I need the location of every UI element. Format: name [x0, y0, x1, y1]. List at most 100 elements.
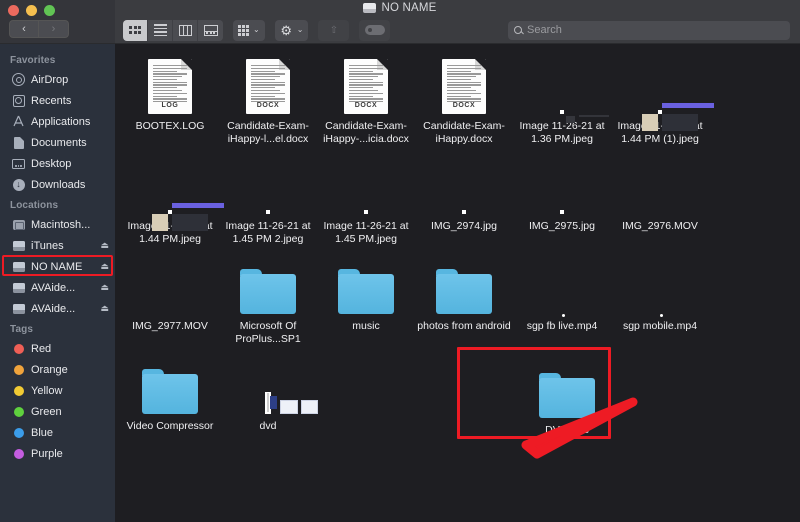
sidebar-item-desktop[interactable]: Desktop: [0, 153, 115, 174]
forward-button[interactable]: ›: [39, 20, 69, 38]
action-button[interactable]: ⚙ ⌄: [274, 19, 309, 41]
sshot-dark-icon: [560, 110, 564, 114]
sidebar-item-orange[interactable]: Orange: [0, 359, 115, 380]
close-button[interactable]: [8, 5, 19, 16]
list-view-button[interactable]: [148, 19, 173, 41]
sidebar-item-yellow[interactable]: Yellow: [0, 380, 115, 401]
sidebar-item-label: Orange: [31, 363, 68, 376]
eject-icon[interactable]: ⏏: [100, 304, 109, 313]
photo-crowd-icon: [462, 210, 466, 214]
file-label: Image 11-26-21 at 1.45 PM.jpeg: [323, 220, 409, 245]
window-title-label: NO NAME: [381, 2, 437, 14]
sidebar-item-label: NO NAME: [31, 260, 83, 273]
search-placeholder: Search: [527, 24, 562, 36]
file-item[interactable]: music: [317, 252, 415, 352]
file-item[interactable]: dvd: [219, 352, 318, 452]
file-label: Video Compressor: [126, 420, 214, 432]
file-item[interactable]: Image 11-26-21 at 1.45 PM 2.jpeg: [219, 152, 317, 252]
sidebar-item-label: Red: [31, 342, 52, 355]
downloads-icon: ↓: [12, 178, 25, 191]
sidebar-item-label: AVAide...: [31, 302, 76, 315]
sidebar-item-red[interactable]: Red: [0, 338, 115, 359]
tags-button[interactable]: [359, 19, 391, 41]
column-view-button[interactable]: [173, 19, 198, 41]
file-item[interactable]: Microsoft Of ProPlus...SP1: [219, 252, 317, 352]
sidebar-item-label: Blue: [31, 426, 54, 439]
sidebar-item-label: Yellow: [31, 384, 63, 397]
share-icon: ⇧: [329, 24, 339, 36]
documents-icon: [12, 136, 25, 149]
external-drive-icon: [12, 260, 25, 273]
file-icon: [152, 156, 224, 231]
file-item[interactable]: IMG_2974.jpg: [415, 152, 513, 252]
gallery-view-button[interactable]: [198, 19, 223, 41]
file-item[interactable]: Video Compressor: [121, 352, 219, 452]
sidebar-item-green[interactable]: Green: [0, 401, 115, 422]
sidebar-item-downloads[interactable]: ↓ Downloads: [0, 174, 115, 195]
document-icon: LOG: [148, 59, 192, 114]
file-item[interactable]: IMG_2976.MOV: [611, 152, 709, 252]
sidebar-section-header: Locations: [10, 200, 59, 211]
sidebar-item-label: AirDrop: [31, 73, 69, 86]
file-item[interactable]: IMG_2977.MOV: [121, 252, 219, 352]
folder-icon: [436, 269, 492, 314]
file-item-highlighted[interactable]: DVD files: [518, 356, 616, 464]
sidebar-item-airdrop[interactable]: AirDrop: [0, 69, 115, 90]
desktop-icon: [12, 157, 25, 170]
sidebar-item-blue[interactable]: Blue: [0, 422, 115, 443]
file-item[interactable]: sgp mobile.mp4: [611, 252, 709, 352]
app-shot-icon: [265, 392, 318, 414]
grid-icon: [129, 26, 141, 34]
photo-crowd-icon: [560, 210, 564, 214]
file-item[interactable]: DOCX Candidate-Exam-iHappy-...icia.docx: [317, 52, 415, 152]
sidebar-item-documents[interactable]: Documents: [0, 132, 115, 153]
file-item[interactable]: IMG_2975.jpg: [513, 152, 611, 252]
gallery-icon: [203, 24, 218, 36]
external-drive-icon: [12, 281, 25, 294]
sidebar-item-macintosh[interactable]: Macintosh...: [0, 214, 115, 235]
sidebar-item-purple[interactable]: Purple: [0, 443, 115, 464]
maximize-button[interactable]: [44, 5, 55, 16]
sidebar-item-applications[interactable]: Applications: [0, 111, 115, 132]
file-item[interactable]: sgp fb live.mp4: [513, 252, 611, 352]
file-icon: [364, 156, 368, 214]
list-icon: [153, 24, 167, 36]
sidebar-item-no-name[interactable]: NO NAME ⏏: [0, 256, 115, 277]
sidebar-item-avaide[interactable]: AVAide... ⏏: [0, 298, 115, 319]
search-field[interactable]: Search: [508, 20, 790, 40]
file-item[interactable]: photos from android: [415, 252, 513, 352]
file-icon: [142, 356, 198, 414]
eject-icon[interactable]: ⏏: [100, 283, 109, 292]
file-item[interactable]: LOG BOOTEX.LOG: [121, 52, 219, 152]
file-item[interactable]: DOCX Candidate-Exam-iHappy-l...el.docx: [219, 52, 317, 152]
document-icon: DOCX: [442, 59, 486, 114]
chevron-down-icon: ⌄: [253, 25, 260, 34]
file-browser[interactable]: LOG BOOTEX.LOG DOCX Candidate-Exam-iHappy-l…: [115, 44, 800, 522]
titlebar-left-pane: ‹ ›: [0, 0, 115, 43]
file-item[interactable]: DOCX Candidate-Exam-iHappy.docx: [415, 52, 513, 152]
file-label: IMG_2977.MOV: [132, 320, 208, 332]
icon-view-button[interactable]: [123, 19, 148, 41]
file-icon: [265, 356, 318, 414]
minimize-button[interactable]: [26, 5, 37, 16]
share-button[interactable]: ⇧: [318, 19, 350, 41]
arrange-button[interactable]: ⌄: [233, 19, 265, 41]
file-item[interactable]: Image 11-26-21 at 1.44 PM.jpeg: [121, 152, 224, 252]
file-item[interactable]: Image 11-26-21 at 1.45 PM.jpeg: [317, 152, 415, 252]
file-label: IMG_2974.jpg: [431, 220, 497, 232]
applications-icon: [12, 115, 25, 128]
sidebar: Favorites AirDrop Recents Applications Docu…: [0, 44, 115, 522]
sidebar-item-recents[interactable]: Recents: [0, 90, 115, 111]
view-mode-segmented-control: [123, 19, 223, 41]
file-item[interactable]: Image 11-26-21 at 1.44 PM (1).jpeg: [611, 52, 714, 152]
file-item[interactable]: Image 11-26-21 at 1.36 PM.jpeg: [513, 52, 611, 152]
chevron-down-icon: ⌄: [296, 25, 304, 34]
eject-icon[interactable]: ⏏: [100, 262, 109, 271]
sidebar-item-itunes[interactable]: iTunes ⏏: [0, 235, 115, 256]
airdrop-icon: [12, 73, 25, 86]
back-button[interactable]: ‹: [9, 20, 39, 38]
sidebar-item-avaide[interactable]: AVAide... ⏏: [0, 277, 115, 298]
eject-icon[interactable]: ⏏: [100, 241, 109, 250]
file-icon: DOCX: [246, 56, 290, 114]
sidebar-item-label: Recents: [31, 94, 72, 107]
